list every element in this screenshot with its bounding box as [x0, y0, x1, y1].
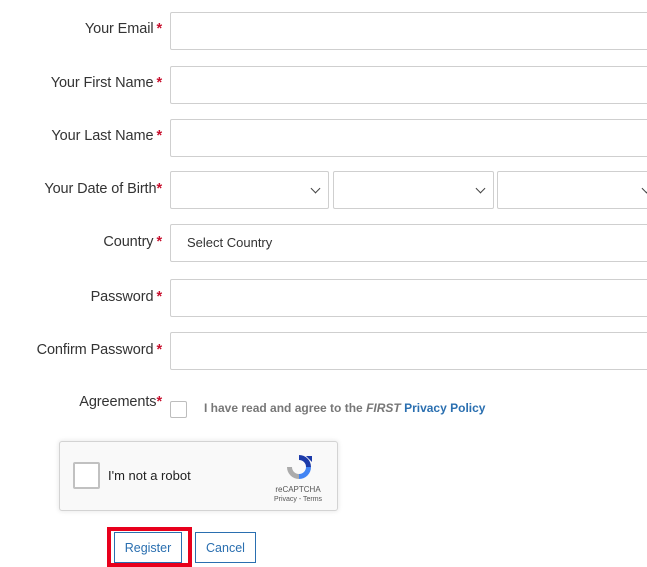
dob-month-select[interactable] [170, 171, 329, 209]
required-mark: * [156, 234, 162, 250]
privacy-policy-link[interactable]: Privacy Policy [404, 401, 485, 415]
recaptcha-links[interactable]: Privacy - Terms [260, 496, 336, 503]
register-button[interactable]: Register [114, 532, 182, 563]
recaptcha-brand: reCAPTCHA [275, 485, 321, 494]
agreements-text: I have read and agree to the FIRST Priva… [204, 401, 486, 415]
email-label: Your Email * [84, 21, 162, 37]
email-input[interactable] [170, 12, 647, 50]
chevron-down-icon [475, 183, 486, 194]
confirm-password-input[interactable] [170, 332, 647, 370]
required-mark: * [156, 21, 162, 37]
password-input[interactable] [170, 279, 647, 317]
country-select[interactable]: Select Country [170, 224, 647, 262]
recaptcha-widget: I'm not a robot reCAPTCHA Privacy - Term… [59, 441, 338, 511]
first-name-input[interactable] [170, 66, 647, 104]
last-name-input[interactable] [170, 119, 647, 157]
recaptcha-checkbox[interactable] [73, 462, 100, 489]
agreements-label: Agreements* [79, 394, 162, 410]
required-mark: * [156, 342, 162, 358]
recaptcha-label: I'm not a robot [108, 468, 191, 483]
country-selected-value: Select Country [187, 235, 273, 250]
last-name-label: Your Last Name * [51, 128, 162, 144]
first-name-label: Your First Name * [50, 75, 162, 91]
agreements-checkbox[interactable] [170, 401, 187, 418]
dob-label: Your Date of Birth* [44, 181, 162, 197]
dob-year-select[interactable] [497, 171, 647, 209]
required-mark: * [156, 289, 162, 305]
chevron-down-icon [641, 183, 647, 194]
required-mark: * [156, 394, 162, 410]
dob-day-select[interactable] [333, 171, 494, 209]
required-mark: * [156, 128, 162, 144]
recaptcha-logo-icon [287, 455, 312, 479]
required-mark: * [156, 181, 162, 197]
password-label: Password * [90, 289, 163, 305]
country-label: Country * [103, 234, 162, 250]
first-brand-text: FIRST [366, 401, 401, 415]
required-mark: * [156, 75, 162, 91]
cancel-button[interactable]: Cancel [195, 532, 256, 563]
chevron-down-icon [310, 183, 321, 194]
confirm-password-label: Confirm Password * [36, 342, 162, 358]
